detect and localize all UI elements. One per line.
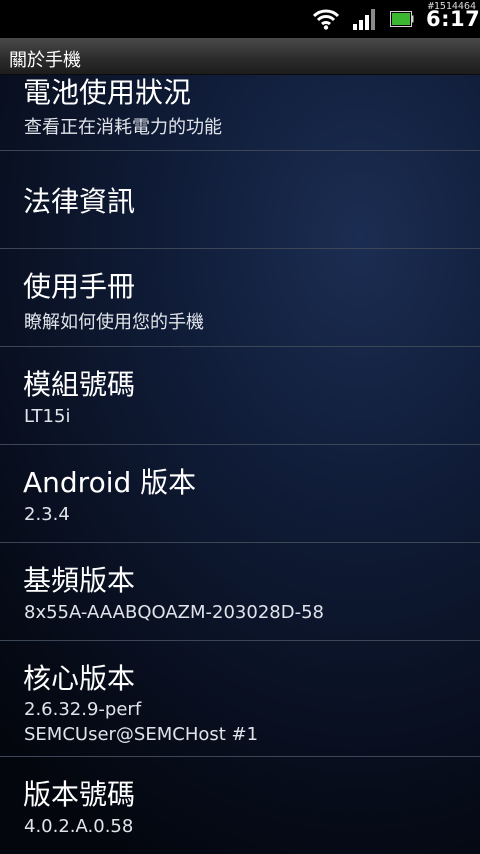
setting-summary: 瞭解如何使用您的手機	[24, 312, 204, 333]
settings-list: 電池使用狀況 查看正在消耗電力的功能 法律資訊 使用手冊 瞭解如何使用您的手機 …	[0, 75, 480, 854]
page-title: 關於手機	[9, 50, 81, 71]
signal-strength-icon	[353, 9, 375, 30]
setting-summary-line-1: 2.6.32.9-perf	[24, 699, 142, 720]
setting-summary: 查看正在消耗電力的功能	[24, 117, 222, 138]
setting-android-version[interactable]: Android 版本 2.3.4	[0, 445, 480, 543]
build-id-label: #1514464	[427, 1, 476, 12]
title-bar: 關於手機	[0, 38, 480, 75]
setting-legal-info[interactable]: 法律資訊	[0, 151, 480, 249]
setting-summary: LT15i	[24, 406, 71, 427]
battery-icon	[390, 11, 414, 27]
setting-user-guide[interactable]: 使用手冊 瞭解如何使用您的手機	[0, 249, 480, 347]
setting-title: 核心版本	[23, 662, 136, 695]
setting-title: 法律資訊	[23, 185, 136, 218]
setting-battery-usage[interactable]: 電池使用狀況 查看正在消耗電力的功能	[0, 75, 480, 151]
status-bar: 6:17 #1514464	[0, 0, 480, 38]
setting-title: 模組號碼	[23, 368, 136, 401]
setting-summary: 4.0.2.A.0.58	[24, 816, 134, 837]
setting-title: 電池使用狀況	[23, 76, 192, 109]
setting-title: 版本號碼	[23, 778, 136, 811]
setting-summary: 2.3.4	[24, 504, 70, 525]
wifi-icon	[313, 9, 339, 30]
setting-build-number[interactable]: 版本號碼 4.0.2.A.0.58	[0, 757, 480, 854]
setting-kernel-version[interactable]: 核心版本 2.6.32.9-perf SEMCUser@SEMCHost #1	[0, 641, 480, 757]
setting-summary-line-2: SEMCUser@SEMCHost #1	[24, 724, 259, 745]
setting-title: Android 版本	[23, 466, 197, 499]
setting-title: 使用手冊	[23, 270, 136, 303]
setting-title: 基頻版本	[23, 564, 136, 597]
setting-summary: 8x55A-AAABQOAZM-203028D-58	[24, 602, 324, 623]
setting-model-number[interactable]: 模組號碼 LT15i	[0, 347, 480, 445]
setting-baseband-version[interactable]: 基頻版本 8x55A-AAABQOAZM-203028D-58	[0, 543, 480, 641]
